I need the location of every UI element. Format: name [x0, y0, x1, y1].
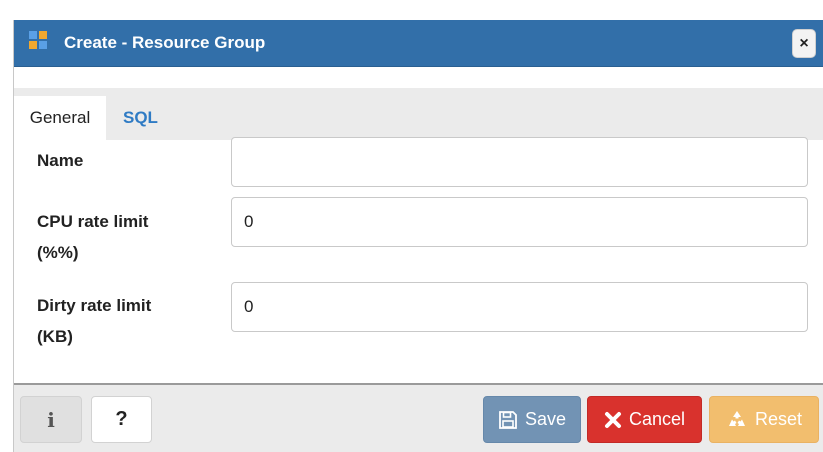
cpu-rate-limit-label: CPU rate limit (%%) — [37, 212, 149, 262]
dirty-rate-limit-label: Dirty rate limit (KB) — [37, 296, 152, 346]
name-input[interactable] — [231, 137, 808, 187]
info-button[interactable]: i — [20, 396, 82, 443]
save-button[interactable]: Save — [483, 396, 581, 443]
cpu-rate-limit-input[interactable] — [231, 197, 808, 247]
dialog-title: Create - Resource Group — [64, 33, 266, 52]
reset-label: Reset — [754, 409, 803, 429]
close-icon: × — [799, 34, 809, 52]
help-button[interactable]: ? — [91, 396, 152, 443]
dirty-rate-limit-input[interactable] — [231, 282, 808, 332]
resource-group-icon — [29, 31, 47, 49]
name-label: Name — [37, 151, 84, 170]
info-icon: i — [47, 407, 55, 432]
dialog-titlebar[interactable]: Create - Resource Group × — [14, 20, 823, 67]
close-button[interactable]: × — [792, 29, 816, 58]
save-label: Save — [524, 409, 567, 429]
x-mark-icon — [604, 411, 621, 428]
cancel-button[interactable]: Cancel — [587, 396, 702, 443]
dialog-footer: i ? Save Cancel Reset — [14, 383, 823, 452]
help-icon: ? — [115, 408, 128, 430]
tab-bar: General SQL — [14, 88, 823, 140]
reset-button[interactable]: Reset — [709, 396, 819, 443]
tab-sql[interactable]: SQL — [123, 96, 158, 140]
recycle-icon — [728, 410, 745, 426]
cancel-label: Cancel — [628, 409, 686, 429]
tab-general[interactable]: General — [14, 96, 106, 140]
floppy-disk-icon — [499, 410, 517, 429]
create-resource-group-dialog: Create - Resource Group × General SQL Na… — [13, 20, 823, 452]
